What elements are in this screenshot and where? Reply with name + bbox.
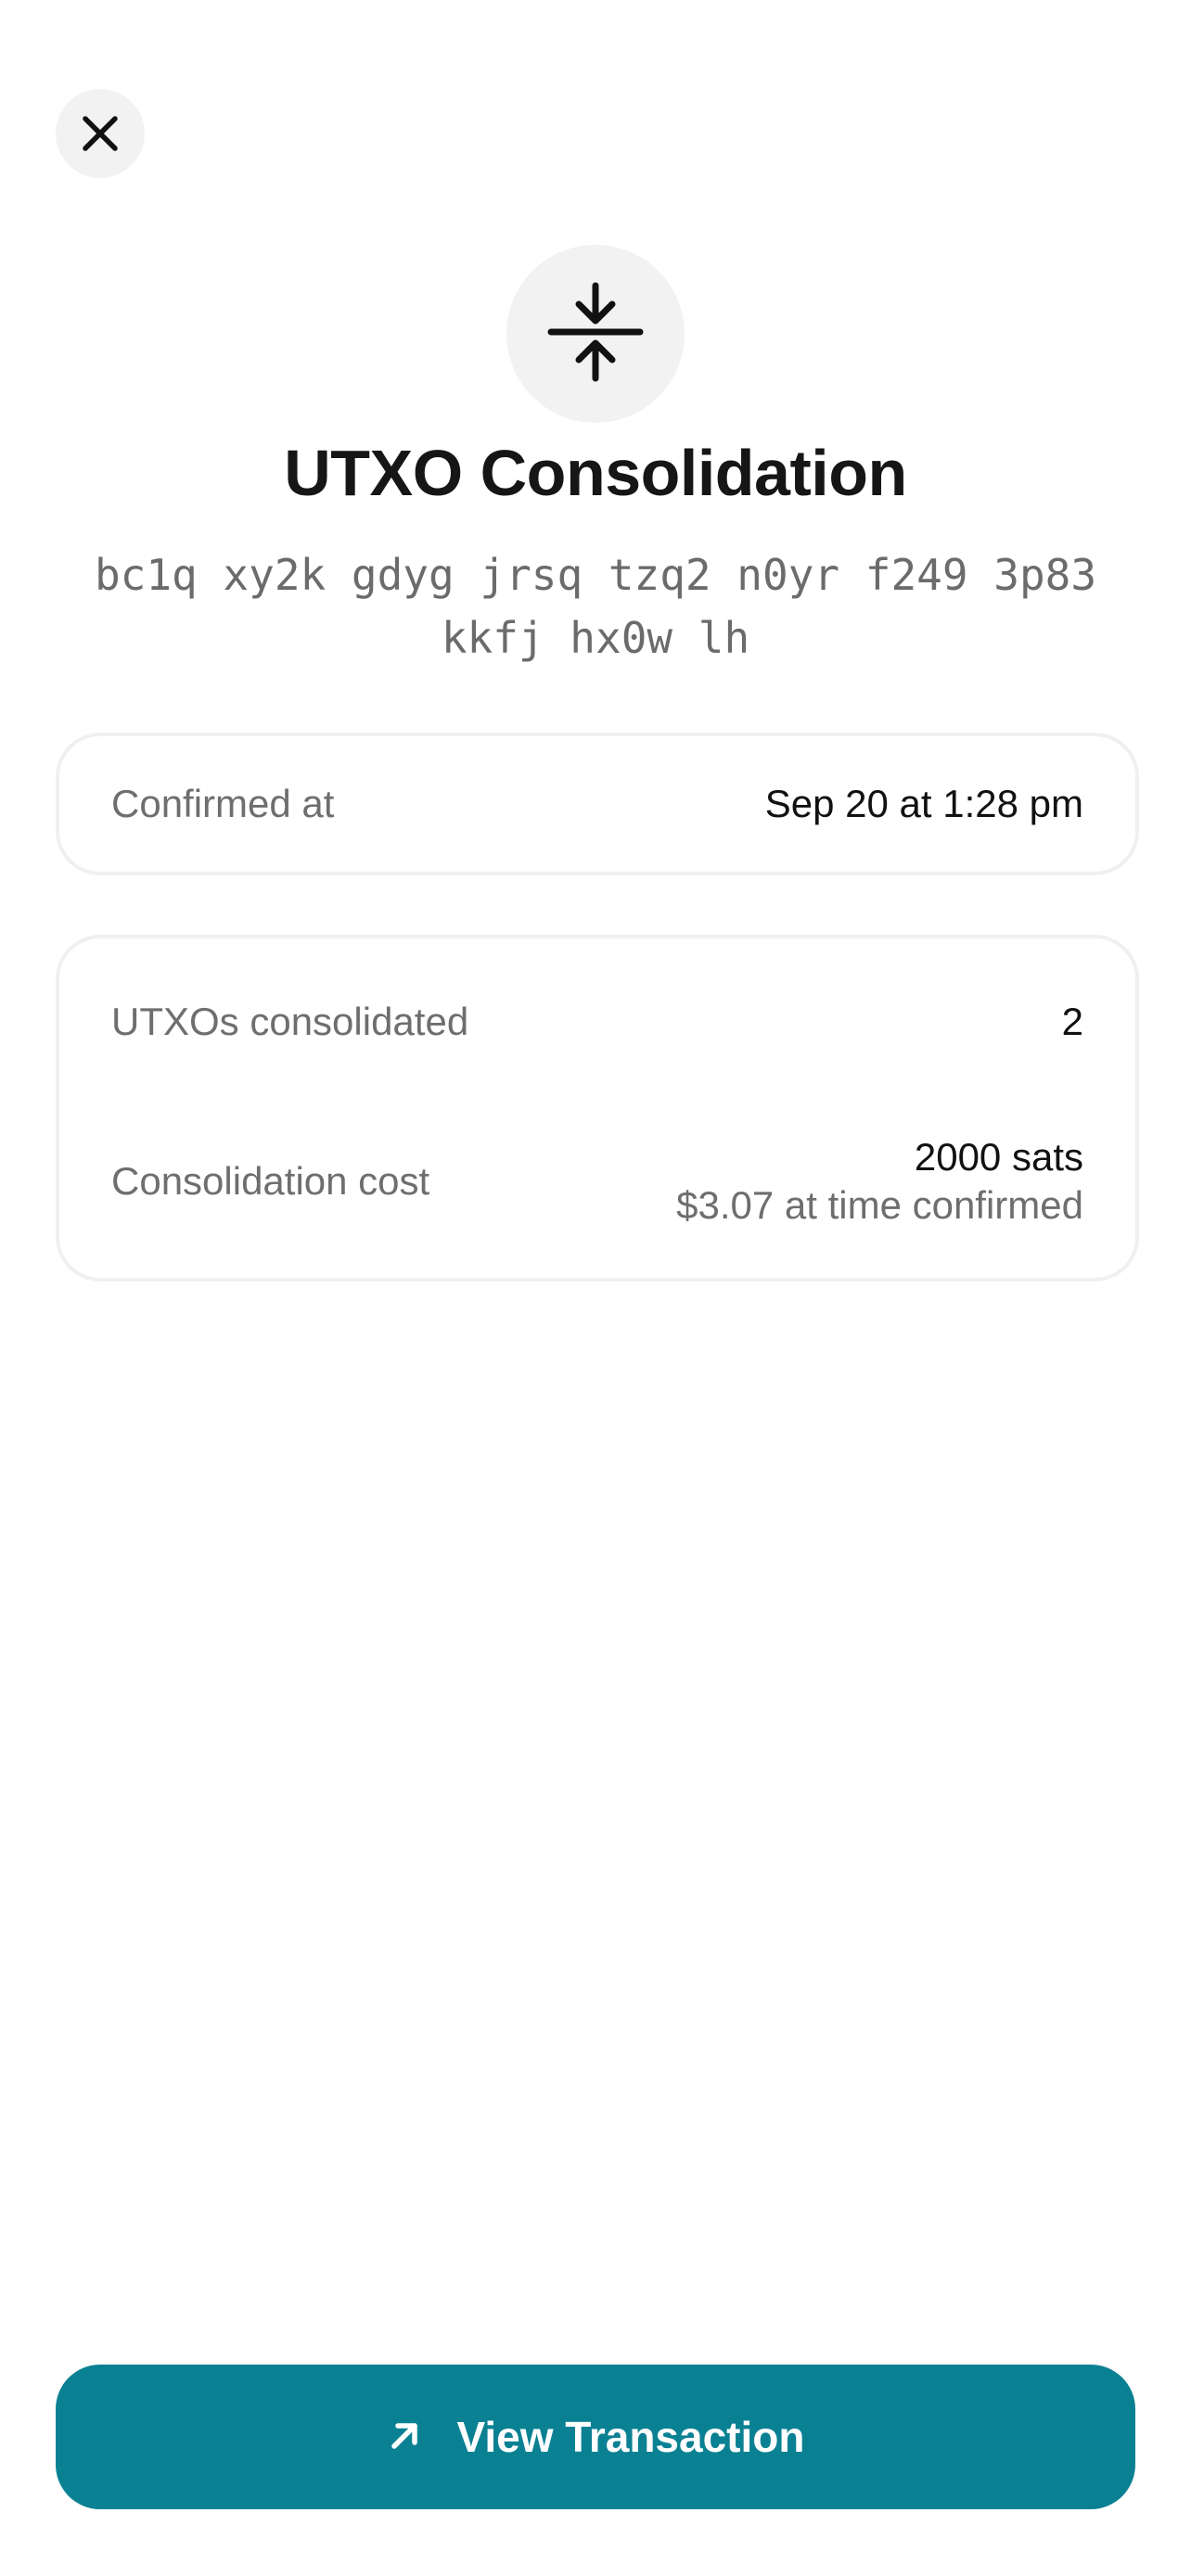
consolidation-cost-row: Consolidation cost 2000 sats $3.07 at ti… bbox=[111, 1126, 1083, 1237]
confirmed-at-row: Confirmed at Sep 20 at 1:28 pm bbox=[111, 736, 1083, 872]
close-button[interactable] bbox=[56, 89, 145, 178]
utxos-consolidated-row: UTXOs consolidated 2 bbox=[111, 987, 1083, 1057]
confirmation-card: Confirmed at Sep 20 at 1:28 pm bbox=[56, 733, 1139, 875]
confirmed-at-value: Sep 20 at 1:28 pm bbox=[764, 782, 1083, 825]
collapse-vertical-icon bbox=[547, 280, 644, 389]
transaction-address[interactable]: bc1q xy2k gdyg jrsq tzq2 n0yr f249 3p83 … bbox=[56, 543, 1135, 670]
close-icon bbox=[80, 113, 121, 154]
details-card: UTXOs consolidated 2 Consolidation cost … bbox=[56, 935, 1139, 1282]
page-title: UTXO Consolidation bbox=[284, 437, 907, 509]
address-line-1: bc1q xy2k gdyg jrsq tzq2 n0yr f249 3p83 bbox=[94, 550, 1097, 600]
utxos-consolidated-value: 2 bbox=[1061, 1000, 1083, 1043]
utxos-consolidated-label: UTXOs consolidated bbox=[111, 1000, 469, 1043]
view-transaction-button[interactable]: View Transaction bbox=[56, 2365, 1135, 2509]
consolidation-cost-fiat: $3.07 at time confirmed bbox=[676, 1183, 1083, 1227]
consolidation-cost-sats: 2000 sats bbox=[914, 1135, 1083, 1179]
consolidation-icon-badge bbox=[506, 245, 685, 423]
view-transaction-label: View Transaction bbox=[456, 2413, 805, 2461]
confirmed-at-label: Confirmed at bbox=[111, 782, 335, 825]
arrow-up-right-icon bbox=[387, 2417, 424, 2458]
consolidation-cost-values: 2000 sats $3.07 at time confirmed bbox=[676, 1135, 1083, 1228]
address-line-2: kkfj hx0w lh bbox=[441, 613, 750, 663]
consolidation-cost-label: Consolidation cost bbox=[111, 1159, 430, 1203]
view-transaction-button-content: View Transaction bbox=[387, 2412, 805, 2462]
